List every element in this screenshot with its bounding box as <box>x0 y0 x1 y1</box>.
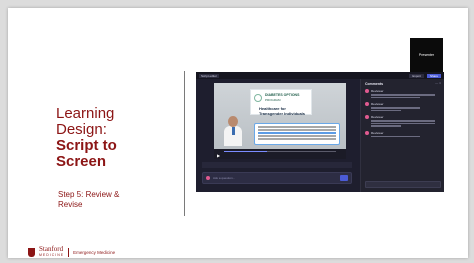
avatar <box>365 130 369 135</box>
prompt-bar[interactable]: Ask a question... <box>202 172 352 184</box>
logo-brand-sub: MEDICINE <box>39 253 65 257</box>
export-button[interactable]: Export <box>409 73 424 78</box>
certificate-line1: DIABETES OPTIONS <box>265 93 300 97</box>
stanford-logo: Stanford MEDICINE Emergency Medicine <box>28 246 115 258</box>
presenter-label: Presenter <box>418 53 435 57</box>
comment-author: Reviewer <box>365 102 440 106</box>
subtitle-line: Step 5: Review & <box>58 190 120 199</box>
send-button[interactable] <box>340 175 348 181</box>
comment-author: Reviewer <box>365 130 440 135</box>
author-name: Reviewer <box>371 130 384 135</box>
comment-text <box>371 96 420 98</box>
doctor-head <box>228 116 238 127</box>
author-name: Reviewer <box>371 115 384 119</box>
comment-author: Reviewer <box>365 89 440 93</box>
caption-line <box>258 126 336 128</box>
title-line: Script to <box>56 137 117 154</box>
logo-brand: Stanford MEDICINE <box>39 246 64 258</box>
tab-script-editor[interactable]: Script editor <box>199 73 220 78</box>
panel-icons[interactable]: ⋯ × <box>435 81 441 85</box>
progress-bar[interactable] <box>224 151 336 152</box>
doctor-avatar <box>224 116 242 146</box>
comments-panel: Comments ⋯ × Reviewer Reviewer Reviewer … <box>360 79 444 192</box>
certificate-card: DIABETES OPTIONS PROGRAM Healthcare for … <box>250 89 312 116</box>
certificate-line2: PROGRAM <box>265 98 281 102</box>
logo-separator <box>68 247 70 257</box>
comment-text <box>371 94 435 96</box>
presenter-thumbnail: Presenter <box>410 38 443 72</box>
slide-subtitle: Step 5: Review & Revise <box>58 190 168 210</box>
vertical-divider <box>184 71 185 216</box>
avatar <box>365 89 369 93</box>
prompt-placeholder: Ask a question... <box>213 176 236 180</box>
comment-text <box>371 135 420 137</box>
certificate-line3: Healthcare for Transgender Individuals <box>259 106 306 116</box>
avatar <box>365 102 369 106</box>
comment-author: Reviewer <box>365 115 440 119</box>
title-line: Design: <box>56 121 107 138</box>
app-toolbar: Script editor Export Share <box>196 72 444 79</box>
author-name: Reviewer <box>371 102 384 106</box>
comment-item[interactable]: Reviewer <box>365 89 440 98</box>
player-controls: ▶ <box>214 149 346 159</box>
assistant-icon <box>206 176 210 180</box>
title-line: Learning <box>56 105 115 122</box>
author-name: Reviewer <box>371 89 384 93</box>
progress-fill <box>224 151 267 152</box>
logo-department: Emergency Medicine <box>73 249 116 255</box>
timeline-track[interactable] <box>202 162 352 168</box>
comment-text <box>371 107 420 109</box>
caption-line-highlighted <box>258 132 336 134</box>
video-player[interactable]: DIABETES OPTIONS PROGRAM Healthcare for … <box>214 83 346 159</box>
comments-header: Comments <box>365 82 384 86</box>
slide-title: Learning Design: Script to Screen <box>56 106 166 170</box>
subtitle-line: Revise <box>58 200 83 209</box>
comment-text <box>371 122 435 124</box>
share-button[interactable]: Share <box>426 73 441 78</box>
comment-text <box>371 109 401 111</box>
comment-text <box>371 120 435 122</box>
comment-text <box>371 125 401 127</box>
avatar <box>365 115 369 119</box>
play-icon[interactable]: ▶ <box>217 153 220 158</box>
caption-line <box>258 135 336 137</box>
caption-line <box>258 138 336 140</box>
app-screenshot: Script editor Export Share DIABETES OPTI… <box>196 72 444 192</box>
comment-item[interactable]: Reviewer <box>365 115 440 127</box>
script-caption-box[interactable] <box>254 123 340 145</box>
shield-icon <box>28 247 35 257</box>
doctor-tie <box>232 127 235 135</box>
comment-item[interactable]: Reviewer <box>365 102 440 111</box>
comment-input[interactable] <box>365 181 441 188</box>
caption-line <box>258 129 336 131</box>
seal-icon <box>254 94 262 102</box>
title-line: Screen <box>56 153 107 170</box>
comment-item[interactable]: Reviewer <box>365 130 440 137</box>
